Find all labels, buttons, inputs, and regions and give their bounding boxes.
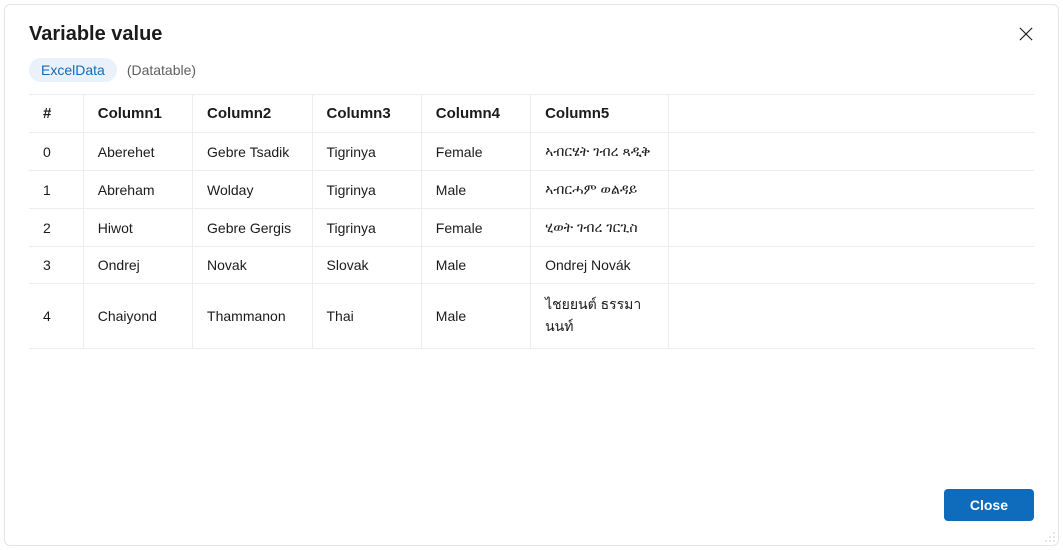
variable-name-badge[interactable]: ExcelData (29, 58, 117, 82)
table-cell: 4 (29, 284, 83, 349)
table-cell: Gebre Gergis (193, 209, 312, 247)
table-cell: 3 (29, 247, 83, 284)
table-cell: Female (421, 133, 530, 171)
dialog-header: Variable value (5, 5, 1058, 54)
table-cell: Thai (312, 284, 421, 349)
dialog-footer: Close (5, 471, 1058, 545)
table-cell (669, 133, 1034, 171)
column-header-index[interactable]: # (29, 95, 83, 133)
table-cell: Abreham (83, 171, 192, 209)
column-header-4[interactable]: Column4 (421, 95, 530, 133)
table-cell (669, 171, 1034, 209)
table-cell: Slovak (312, 247, 421, 284)
column-header-1[interactable]: Column1 (83, 95, 192, 133)
table-cell (669, 209, 1034, 247)
table-cell: ኣብርሄት ገብረ ጻዲቅ (531, 133, 669, 171)
table-row[interactable]: 0AberehetGebre TsadikTigrinyaFemaleኣብርሄት… (29, 133, 1034, 171)
table-cell: ሂወት ገብረ ገርጊስ (531, 209, 669, 247)
dialog-title: Variable value (29, 23, 162, 46)
table-row[interactable]: 2HiwotGebre GergisTigrinyaFemaleሂወት ገብረ … (29, 209, 1034, 247)
table-row[interactable]: 3OndrejNovakSlovakMaleOndrej Novák (29, 247, 1034, 284)
resize-handle-icon[interactable] (1042, 529, 1056, 543)
table-header-row: # Column1 Column2 Column3 Column4 Column… (29, 95, 1034, 133)
table-cell (669, 247, 1034, 284)
table-cell: Ondrej Novák (531, 247, 669, 284)
table-cell: Novak (193, 247, 312, 284)
table-cell: Female (421, 209, 530, 247)
table-cell: Male (421, 284, 530, 349)
variable-type-label: (Datatable) (127, 62, 196, 78)
table-cell: 1 (29, 171, 83, 209)
table-row[interactable]: 4ChaiyondThammanonThaiMaleไชยยนต์ ธรรมาน… (29, 284, 1034, 349)
table-row[interactable]: 1AbrehamWoldayTigrinyaMaleኣብርሓም ወልዳይ (29, 171, 1034, 209)
table-cell: Tigrinya (312, 171, 421, 209)
data-table-container: # Column1 Column2 Column3 Column4 Column… (5, 94, 1058, 349)
close-button[interactable]: Close (944, 489, 1034, 521)
table-cell: 0 (29, 133, 83, 171)
table-cell: Ondrej (83, 247, 192, 284)
table-cell: Tigrinya (312, 133, 421, 171)
column-header-5[interactable]: Column5 (531, 95, 669, 133)
data-table: # Column1 Column2 Column3 Column4 Column… (29, 94, 1034, 349)
table-cell: ไชยยนต์ ธรรมานนท์ (531, 284, 669, 349)
column-header-extra (669, 95, 1034, 133)
table-cell: Gebre Tsadik (193, 133, 312, 171)
table-cell: Tigrinya (312, 209, 421, 247)
close-icon[interactable] (1018, 26, 1034, 42)
table-cell: Aberehet (83, 133, 192, 171)
column-header-3[interactable]: Column3 (312, 95, 421, 133)
table-cell: 2 (29, 209, 83, 247)
table-cell: Hiwot (83, 209, 192, 247)
table-cell: Male (421, 247, 530, 284)
table-cell: Chaiyond (83, 284, 192, 349)
column-header-2[interactable]: Column2 (193, 95, 312, 133)
table-cell (669, 284, 1034, 349)
table-cell: ኣብርሓም ወልዳይ (531, 171, 669, 209)
variable-value-dialog: Variable value ExcelData (Datatable) # C… (4, 4, 1059, 546)
table-cell: Thammanon (193, 284, 312, 349)
table-cell: Wolday (193, 171, 312, 209)
table-cell: Male (421, 171, 530, 209)
variable-subheader: ExcelData (Datatable) (5, 54, 1058, 94)
